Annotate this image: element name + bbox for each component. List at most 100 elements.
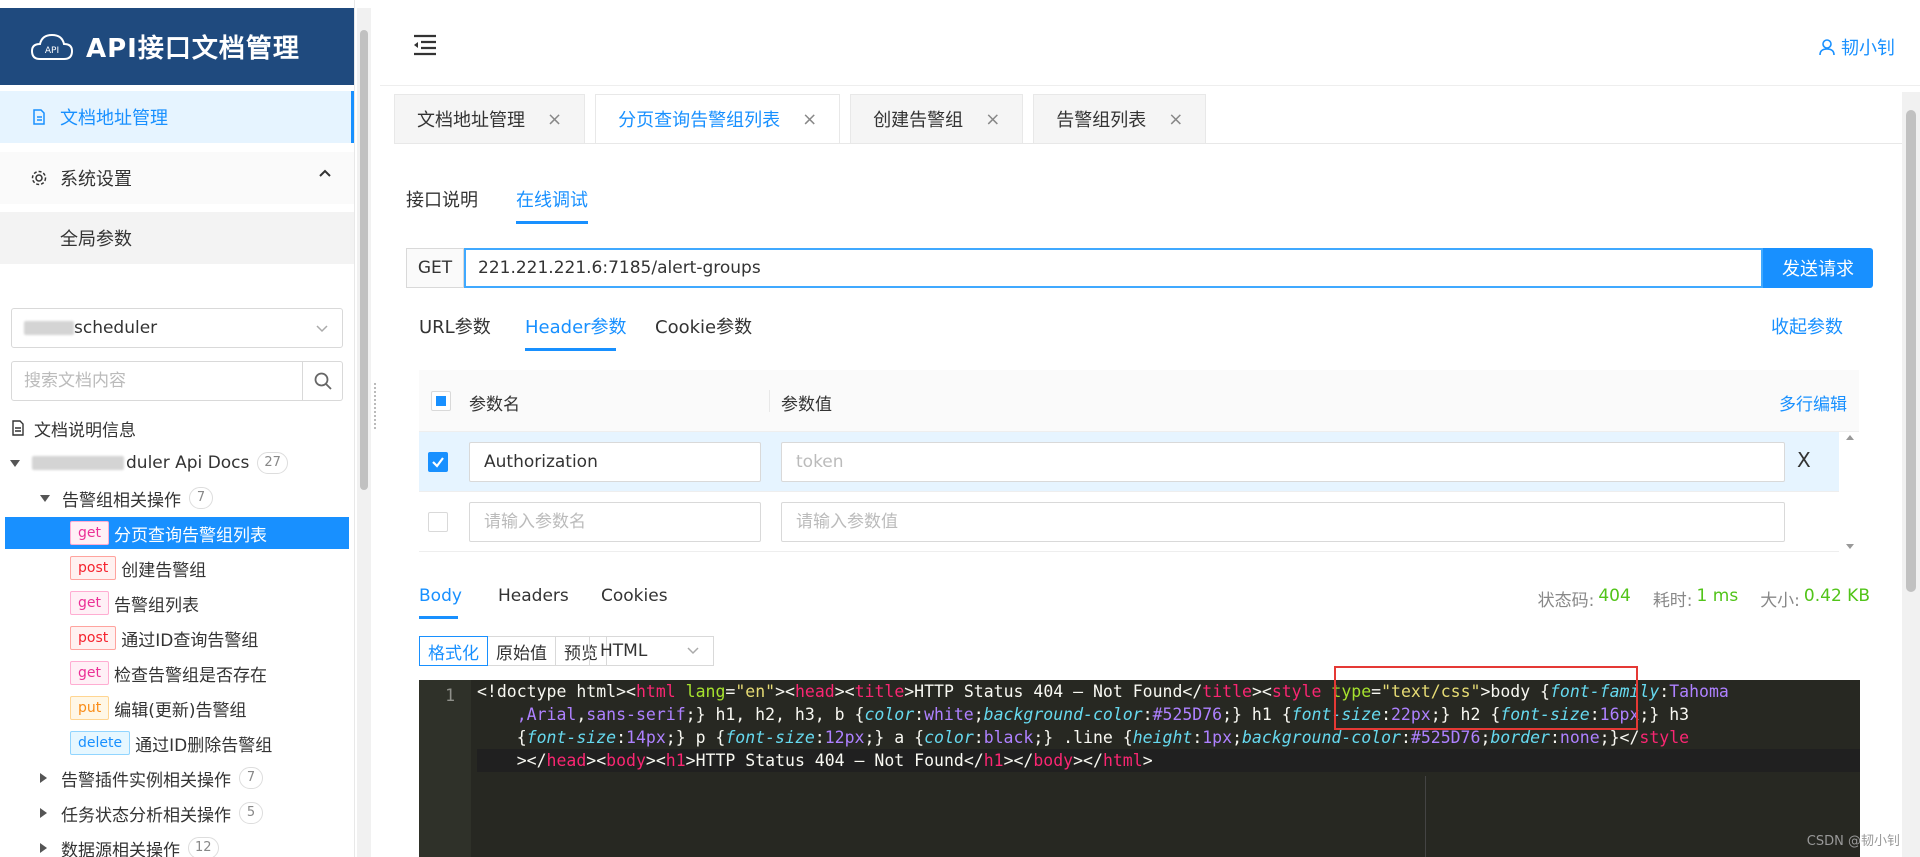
collapse-params-link[interactable]: 收起参数 bbox=[1771, 313, 1843, 339]
format-pretty-button[interactable]: 格式化 bbox=[419, 636, 488, 666]
tab-page-query[interactable]: 分页查询告警组列表 × bbox=[595, 94, 841, 144]
api-item-check-exists[interactable]: get 检查告警组是否存在 bbox=[5, 657, 349, 689]
multi-line-edit-link[interactable]: 多行编辑 bbox=[1779, 390, 1847, 415]
language-select[interactable]: HTML bbox=[589, 636, 714, 666]
watermark: CSDN @韧小钊 bbox=[1806, 834, 1900, 849]
close-icon[interactable]: × bbox=[547, 109, 562, 130]
menu-fold-icon[interactable] bbox=[412, 32, 438, 58]
param-value-input[interactable] bbox=[781, 442, 1785, 482]
subtab-description[interactable]: 接口说明 bbox=[406, 186, 478, 212]
tree-group-label: 数据源相关操作 bbox=[61, 840, 180, 857]
menu-docs-label: 文档地址管理 bbox=[60, 108, 168, 129]
line-number: 1 bbox=[445, 686, 455, 705]
param-name-input[interactable] bbox=[469, 442, 761, 482]
api-item-label: 通过ID删除告警组 bbox=[135, 735, 273, 756]
scrollbar-thumb[interactable] bbox=[360, 30, 368, 490]
tab-label: 分页查询告警组列表 bbox=[618, 110, 781, 131]
scrollbar-thumb[interactable] bbox=[1906, 110, 1916, 592]
main-scrollbar[interactable] bbox=[1902, 92, 1920, 857]
delete-row-icon[interactable]: X bbox=[1797, 448, 1811, 472]
group-select-value: scheduler bbox=[74, 318, 158, 338]
user-icon bbox=[1819, 39, 1835, 56]
subtab-active-indicator bbox=[516, 221, 588, 224]
api-item-query-by-id[interactable]: post 通过ID查询告警组 bbox=[5, 622, 349, 654]
method-badge: post bbox=[70, 556, 117, 580]
resize-handle[interactable] bbox=[374, 383, 378, 429]
brand-title: API接口文档管理 bbox=[86, 34, 300, 64]
col-divider bbox=[769, 390, 770, 412]
format-raw-button[interactable]: 原始值 bbox=[488, 636, 556, 666]
row-checkbox[interactable] bbox=[428, 452, 448, 472]
menu-item-docs[interactable]: 文档地址管理 bbox=[0, 91, 354, 143]
api-item-label: 检查告警组是否存在 bbox=[114, 665, 267, 686]
send-request-button[interactable]: 发送请求 bbox=[1763, 248, 1873, 288]
api-item-page-query[interactable]: get 分页查询告警组列表 bbox=[5, 517, 349, 549]
api-item-delete[interactable]: delete 通过ID删除告警组 bbox=[5, 727, 349, 759]
method-badge: get bbox=[70, 661, 109, 685]
response-body-editor[interactable]: 1 <!doctype html><html lang="en"><head><… bbox=[419, 680, 1860, 857]
api-item-label: 通过ID查询告警组 bbox=[121, 630, 259, 651]
sidebar-scrollbar[interactable] bbox=[357, 8, 371, 857]
tree-doc-info[interactable]: 文档说明信息 bbox=[10, 412, 136, 444]
tab-create-group[interactable]: 创建告警组 × bbox=[850, 94, 1024, 144]
close-icon[interactable]: × bbox=[802, 109, 817, 130]
api-item-create[interactable]: post 创建告警组 bbox=[5, 552, 349, 584]
api-item-label: 告警组列表 bbox=[114, 595, 199, 616]
response-tab-headers[interactable]: Headers bbox=[498, 586, 569, 606]
tab-doc-address[interactable]: 文档地址管理 × bbox=[394, 94, 586, 144]
new-param-value-input[interactable] bbox=[781, 502, 1785, 542]
tabs-divider bbox=[394, 143, 1904, 144]
tree-group-count: 12 bbox=[188, 837, 219, 857]
caret-right-icon bbox=[40, 773, 47, 783]
caret-right-icon bbox=[40, 843, 47, 853]
format-buttons: 格式化 原始值 预览 bbox=[419, 636, 607, 666]
code-content: <!doctype html><html lang="en"><head><ti… bbox=[477, 680, 1860, 772]
param-tab-header[interactable]: Header参数 bbox=[525, 313, 627, 339]
url-input[interactable] bbox=[464, 248, 1763, 288]
request-bar: GET 发送请求 bbox=[406, 248, 1873, 288]
param-tab-url[interactable]: URL参数 bbox=[419, 313, 491, 339]
select-all-checkbox[interactable] bbox=[431, 391, 451, 411]
tree-group[interactable]: 告警组相关操作 7 bbox=[40, 482, 213, 514]
api-item-update[interactable]: put 编辑(更新)告警组 bbox=[5, 692, 349, 724]
page-tabs: 文档地址管理 × 分页查询告警组列表 × 创建告警组 × 告警组列表 × bbox=[394, 94, 1216, 144]
search-button[interactable] bbox=[303, 361, 343, 401]
menu-item-system[interactable]: 系统设置 bbox=[0, 152, 354, 204]
status-label: 状态码: bbox=[1537, 591, 1595, 611]
tree-group-task-status[interactable]: 任务状态分析相关操作 5 bbox=[40, 797, 263, 829]
user-menu[interactable]: 韧小钊 bbox=[1818, 34, 1895, 60]
api-item-list[interactable]: get 告警组列表 bbox=[5, 587, 349, 619]
doc-search bbox=[11, 361, 343, 401]
response-tab-cookies[interactable]: Cookies bbox=[601, 586, 668, 606]
tree-group-plugins[interactable]: 告警插件实例相关操作 7 bbox=[40, 762, 263, 794]
http-method[interactable]: GET bbox=[406, 248, 464, 288]
close-icon[interactable]: × bbox=[1168, 109, 1183, 130]
subtab-online-debug[interactable]: 在线调试 bbox=[516, 186, 588, 212]
search-input[interactable] bbox=[11, 361, 303, 401]
menu-item-global-params[interactable]: 全局参数 bbox=[0, 212, 354, 264]
size-label: 大小: bbox=[1760, 591, 1800, 611]
tab-label: 创建告警组 bbox=[873, 110, 964, 131]
tree-root-label: duler Api Docs bbox=[126, 453, 250, 473]
tree-group-datasource[interactable]: 数据源相关操作 12 bbox=[40, 832, 219, 857]
new-param-name-input[interactable] bbox=[469, 502, 761, 542]
table-row: X bbox=[419, 432, 1839, 492]
table-scrollbar[interactable] bbox=[1842, 432, 1858, 552]
close-icon[interactable]: × bbox=[985, 109, 1000, 130]
row-checkbox[interactable] bbox=[428, 512, 448, 532]
param-tab-cookie[interactable]: Cookie参数 bbox=[655, 313, 752, 339]
tree-group-count: 7 bbox=[239, 767, 263, 789]
response-tab-body[interactable]: Body bbox=[419, 586, 462, 606]
method-badge: put bbox=[70, 696, 110, 720]
param-tab-active-indicator bbox=[525, 348, 616, 351]
brand-header: API API接口文档管理 bbox=[0, 8, 354, 85]
method-badge: get bbox=[70, 521, 109, 545]
chevron-up-icon[interactable] bbox=[318, 166, 332, 180]
tab-group-list[interactable]: 告警组列表 × bbox=[1033, 94, 1207, 144]
response-size: 0.42 KB bbox=[1803, 586, 1870, 606]
group-select[interactable]: scheduler bbox=[11, 308, 343, 348]
col-param-value: 参数值 bbox=[781, 395, 832, 415]
col-param-name: 参数名 bbox=[469, 395, 520, 415]
tree-root[interactable]: duler Api Docs 27 bbox=[10, 447, 288, 479]
table-row-new bbox=[419, 492, 1839, 552]
